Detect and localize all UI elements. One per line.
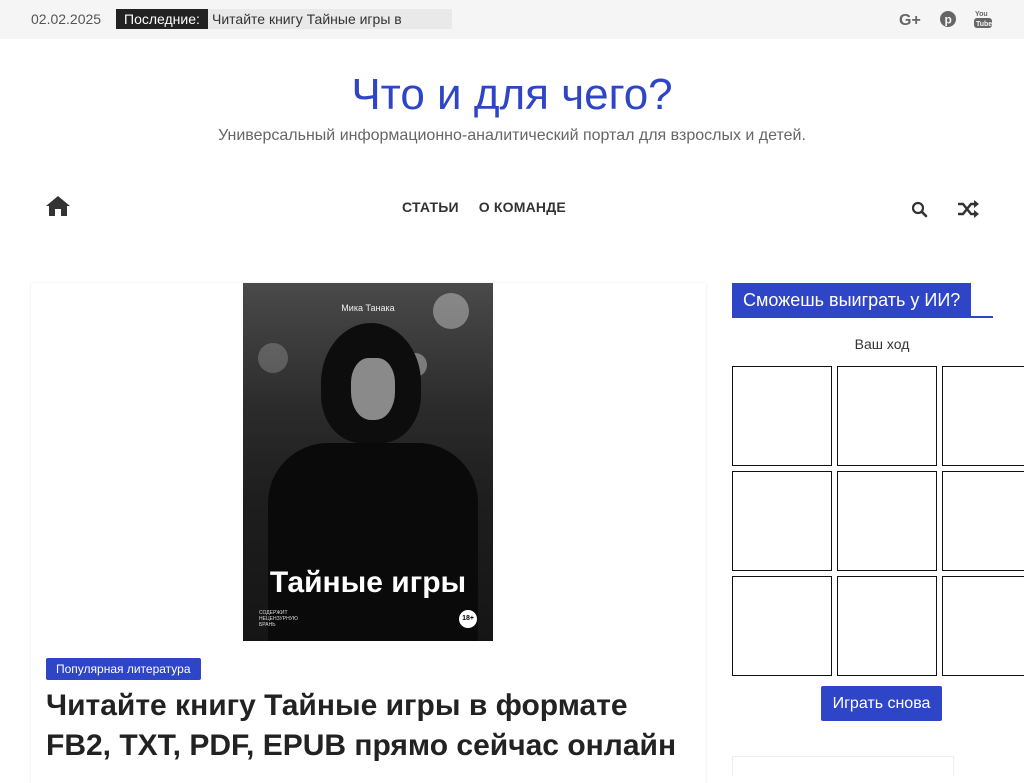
cover-bokeh-light: [258, 343, 288, 373]
svg-text:p: p: [945, 13, 952, 27]
book-cover-image[interactable]: Мика Танака Тайные игры СОДЕРЖИТ НЕЦЕНЗУ…: [243, 283, 493, 641]
svg-text:You: You: [975, 11, 988, 18]
pinterest-icon[interactable]: p: [936, 8, 960, 30]
game-cell[interactable]: [942, 471, 1024, 571]
game-cell[interactable]: [732, 471, 832, 571]
game-cell[interactable]: [732, 576, 832, 676]
site-description: Универсальный информационно-аналитически…: [218, 127, 806, 144]
top-bar: 02.02.2025 Последние: Читайте книгу Тайн…: [0, 0, 1024, 39]
next-widget-box: [732, 756, 954, 776]
home-icon[interactable]: [45, 194, 71, 218]
svg-text:G+: G+: [899, 12, 921, 27]
article-title[interactable]: Читайте книгу Тайные игры в формате FB2,…: [46, 686, 686, 766]
article-card: Мика Танака Тайные игры СОДЕРЖИТ НЕЦЕНЗУ…: [31, 283, 706, 783]
google-plus-icon[interactable]: G+: [899, 8, 923, 30]
cover-figure-jacket: [268, 443, 478, 641]
game-status: Ваш ход: [854, 336, 910, 352]
cover-figure-face: [351, 358, 395, 420]
random-shuffle-icon[interactable]: [956, 198, 980, 220]
current-date: 02.02.2025: [31, 11, 102, 27]
game-cell[interactable]: [732, 366, 832, 466]
site-title[interactable]: Что и для чего?: [0, 70, 1024, 120]
latest-news-label: Последние:: [116, 9, 208, 29]
game-cell[interactable]: [942, 576, 1024, 676]
search-icon[interactable]: [910, 199, 930, 219]
main-navigation: СТАТЬИ О КОМАНДЕ: [402, 199, 566, 215]
category-badge[interactable]: Популярная литература: [46, 658, 201, 680]
cover-age-rating: 18+: [459, 610, 477, 628]
widget-title-underline: [732, 316, 993, 318]
cover-title: Тайные игры: [269, 566, 467, 599]
play-again-button[interactable]: Играть снова: [821, 686, 942, 721]
nav-item-about-team[interactable]: О КОМАНДЕ: [479, 199, 566, 215]
game-cell[interactable]: [942, 366, 1024, 466]
youtube-icon[interactable]: You Tube: [971, 8, 995, 30]
game-cell[interactable]: [837, 471, 937, 571]
cover-content-warning: СОДЕРЖИТ НЕЦЕНЗУРНУЮ БРАНЬ: [259, 610, 298, 628]
widget-title: Сможешь выиграть у ИИ?: [732, 283, 972, 318]
game-cell[interactable]: [837, 576, 937, 676]
game-cell[interactable]: [837, 366, 937, 466]
svg-text:Tube: Tube: [976, 21, 992, 28]
cover-author: Мика Танака: [341, 303, 395, 313]
nav-item-articles[interactable]: СТАТЬИ: [402, 199, 459, 215]
latest-news-ticker-item[interactable]: Читайте книгу Тайные игры в: [208, 9, 452, 29]
